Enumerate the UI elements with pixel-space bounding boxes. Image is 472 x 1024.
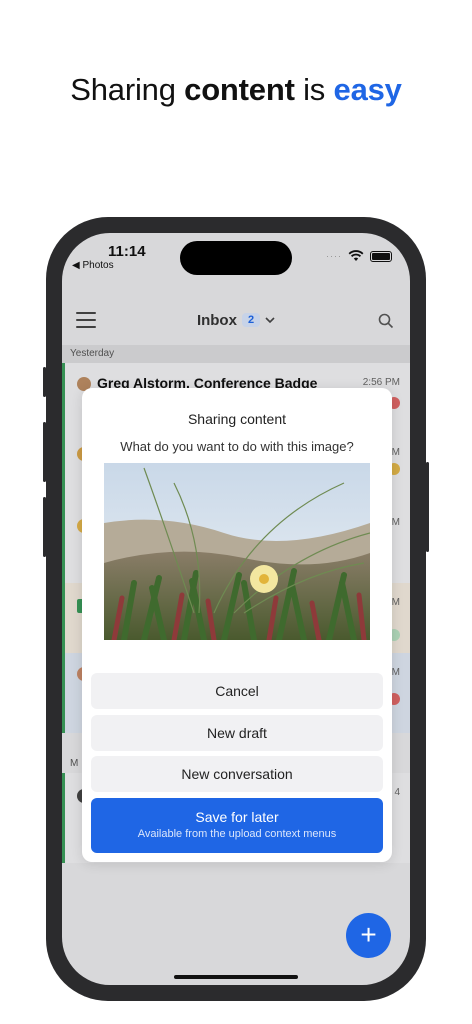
volume-up-button [43,422,46,482]
volume-down-button [43,497,46,557]
power-button [426,462,429,552]
headline-text-4: easy [333,72,402,107]
headline-text-3: is [294,72,334,107]
headline-text-2: content [184,72,295,107]
share-dialog: Sharing content What do you want to do w… [82,388,392,862]
new-conversation-button[interactable]: New conversation [91,756,383,792]
mute-switch [43,367,46,397]
home-indicator [174,975,298,979]
dialog-title: Sharing content [187,411,287,427]
plus-icon: + [360,919,377,950]
save-for-later-button[interactable]: Save for later Available from the upload… [91,798,383,853]
compose-fab[interactable]: + [346,913,391,958]
new-draft-button[interactable]: New draft [91,715,383,751]
marketing-headline: Sharing content is easy [0,72,472,108]
headline-text-1: Sharing [70,72,185,107]
shared-image-preview [104,463,370,640]
cancel-button[interactable]: Cancel [91,673,383,709]
save-for-later-label: Save for later [195,809,279,825]
phone-screen: 11:14 ◀ Photos ···· Inbox 2 Yesterday Gr… [62,233,410,985]
phone-frame: 11:14 ◀ Photos ···· Inbox 2 Yesterday Gr… [43,217,429,1001]
dialog-question: What do you want to do with this image? [120,439,354,454]
save-for-later-sublabel: Available from the upload context menus [137,828,337,840]
